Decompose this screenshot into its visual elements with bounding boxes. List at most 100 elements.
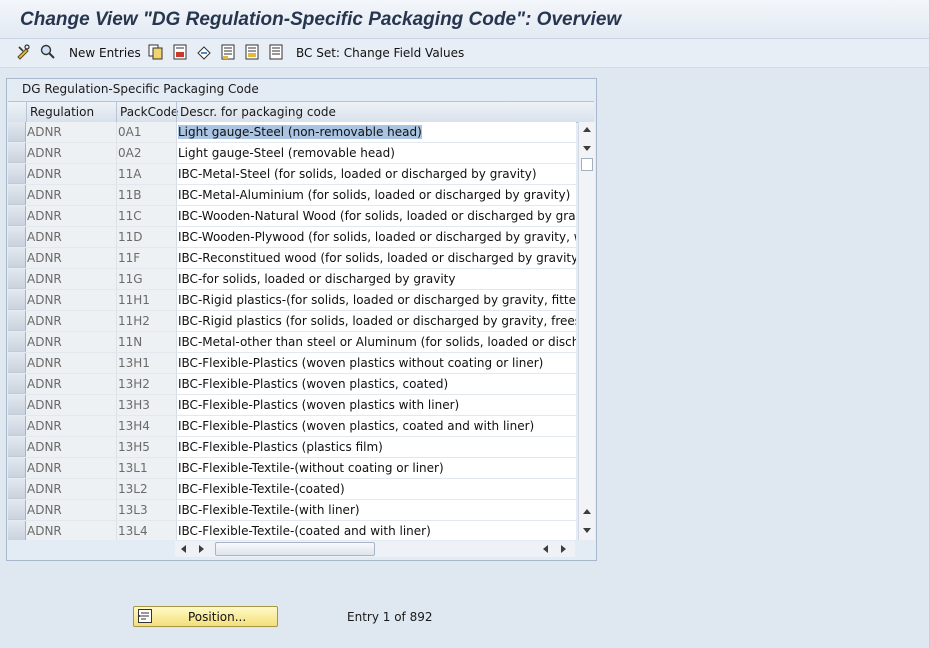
copy-icon[interactable] [148,44,164,60]
row-selector[interactable] [8,248,26,268]
table-row[interactable]: ADNR 13H4 IBC-Flexible-Plastics (woven pla… [8,416,578,437]
row-selector[interactable] [8,374,26,394]
bc-set-change-field-values-button[interactable]: BC Set: Change Field Values [296,44,464,62]
description-cell[interactable]: Light gauge-Steel (removable head) [176,143,576,164]
row-selector[interactable] [8,164,26,184]
row-selector[interactable] [8,206,26,226]
description-cell[interactable]: IBC-Flexible-Plastics (plastics film) [176,437,576,458]
row-selector[interactable] [8,290,26,310]
title-bar: Change View "DG Regulation-Specific Pack… [0,0,930,39]
row-selector[interactable] [8,500,26,520]
row-selector[interactable] [8,185,26,205]
vertical-scroll-thumb[interactable] [581,158,593,171]
deselect-all-icon[interactable] [268,44,284,60]
packcode-cell: 11H1 [116,290,176,311]
other-view-icon[interactable] [40,44,56,60]
table-row[interactable]: ADNR 13L1 IBC-Flexible-Textile-(without co… [8,458,578,479]
description-text: IBC-Flexible-Plastics (woven plastics wi… [178,356,544,370]
table-row[interactable]: ADNR 11A IBC-Metal-Steel (for solids, load… [8,164,578,185]
table-row[interactable]: ADNR 0A1 Light gauge-Steel (non-removable … [8,122,578,143]
description-cell[interactable]: IBC-Wooden-Plywood (for solids, loaded o… [176,227,576,248]
table-row[interactable]: ADNR 11D IBC-Wooden-Plywood (for solids, l… [8,227,578,248]
table-row[interactable]: ADNR 13L2 IBC-Flexible-Textile-(coated) [8,479,578,500]
horizontal-scrollbar[interactable] [175,541,575,557]
description-text: IBC-Flexible-Textile-(without coating or… [178,461,444,475]
description-cell[interactable]: IBC-Flexible-Plastics (woven plastics wi… [176,395,576,416]
column-header-packcode[interactable]: PackCode [116,102,178,122]
row-selector[interactable] [8,227,26,247]
description-cell[interactable]: IBC-Metal-other than steel or Aluminum (… [176,332,576,353]
select-all-icon[interactable] [220,44,236,60]
row-selector[interactable] [8,479,26,499]
table-row[interactable]: ADNR 11G IBC-for solids, loaded or dischar… [8,269,578,290]
table-row[interactable]: ADNR 13L4 IBC-Flexible-Textile-(coated and… [8,521,578,540]
display-change-icon[interactable] [16,44,32,60]
description-cell[interactable]: IBC-Flexible-Textile-(without coating or… [176,458,576,479]
horizontal-scroll-thumb[interactable] [215,542,375,556]
description-cell[interactable]: IBC-Rigid plastics-(for solids, loaded o… [176,290,576,311]
table-row[interactable]: ADNR 11H2 IBC-Rigid plastics (for solids, … [8,311,578,332]
scroll-page-up-icon[interactable] [583,509,591,514]
description-cell[interactable]: IBC-Flexible-Textile-(coated and with li… [176,521,576,540]
description-text: IBC-Wooden-Plywood (for solids, loaded o… [178,230,576,244]
description-cell[interactable]: IBC-Metal-Steel (for solids, loaded or d… [176,164,576,185]
scroll-left-end-icon[interactable] [543,545,548,553]
table-row[interactable]: ADNR 13H2 IBC-Flexible-Plastics (woven pla… [8,374,578,395]
description-cell[interactable]: IBC-Metal-Aluminium (for solids, loaded … [176,185,576,206]
description-cell[interactable]: Light gauge-Steel (non-removable head) [176,122,576,143]
row-selector[interactable] [8,353,26,373]
description-cell[interactable]: IBC-for solids, loaded or discharged by … [176,269,576,290]
row-selector[interactable] [8,416,26,436]
description-cell[interactable]: IBC-Flexible-Textile-(coated) [176,479,576,500]
description-cell[interactable]: IBC-Flexible-Textile-(with liner) [176,500,576,521]
bc-set-label: BC Set: Change Field Values [296,46,465,60]
row-selector[interactable] [8,521,26,540]
row-selector[interactable] [8,437,26,457]
table-row[interactable]: ADNR 13H3 IBC-Flexible-Plastics (woven pla… [8,395,578,416]
column-header-descr[interactable]: Descr. for packaging code [176,102,578,122]
new-entries-button[interactable]: New Entries [69,44,141,62]
column-header-regulation[interactable]: Regulation [26,102,116,122]
row-selector[interactable] [8,332,26,352]
position-button[interactable]: Position... [133,606,278,627]
description-text: IBC-Rigid plastics-(for solids, loaded o… [178,293,576,307]
description-text: IBC-Flexible-Textile-(coated and with li… [178,524,431,538]
row-selector[interactable] [8,458,26,478]
table-row[interactable]: ADNR 13H1 IBC-Flexible-Plastics (woven pla… [8,353,578,374]
table-row[interactable]: ADNR 11F IBC-Reconstitued wood (for solids… [8,248,578,269]
table-row[interactable]: ADNR 11B IBC-Metal-Aluminium (for solids, … [8,185,578,206]
scroll-up-icon[interactable] [583,127,591,132]
row-selector[interactable] [8,311,26,331]
scroll-right-icon[interactable] [199,545,204,553]
select-block-icon[interactable] [244,44,260,60]
delete-icon[interactable] [172,44,188,60]
description-cell[interactable]: IBC-Flexible-Plastics (woven plastics wi… [176,353,576,374]
description-cell[interactable]: IBC-Wooden-Natural Wood (for solids, loa… [176,206,576,227]
description-cell[interactable]: IBC-Rigid plastics (for solids, loaded o… [176,311,576,332]
select-all-rows-header[interactable] [8,102,26,122]
table-row[interactable]: ADNR 0A2 Light gauge-Steel (removable head… [8,143,578,164]
table-row[interactable]: ADNR 13H5 IBC-Flexible-Plastics (plastics … [8,437,578,458]
table-row[interactable]: ADNR 11N IBC-Metal-other than steel or Alu… [8,332,578,353]
regulation-cell: ADNR [26,521,116,540]
scroll-down-icon[interactable] [583,146,591,151]
regulation-cell: ADNR [26,500,116,521]
scroll-right-end-icon[interactable] [561,545,566,553]
description-cell[interactable]: IBC-Flexible-Plastics (woven plastics, c… [176,416,576,437]
description-text: IBC-for solids, loaded or discharged by … [178,272,456,286]
table-row[interactable]: ADNR 11C IBC-Wooden-Natural Wood (for soli… [8,206,578,227]
table-title: DG Regulation-Specific Packaging Code [22,82,259,96]
scroll-page-down-icon[interactable] [583,528,591,533]
description-text: IBC-Flexible-Plastics (plastics film) [178,440,383,454]
scroll-left-icon[interactable] [181,545,186,553]
table-row[interactable]: ADNR 13L3 IBC-Flexible-Textile-(with liner… [8,500,578,521]
row-selector[interactable] [8,143,26,163]
table-row[interactable]: ADNR 11H1 IBC-Rigid plastics-(for solids, … [8,290,578,311]
description-cell[interactable]: IBC-Flexible-Plastics (woven plastics, c… [176,374,576,395]
description-cell[interactable]: IBC-Reconstitued wood (for solids, loade… [176,248,576,269]
row-selector[interactable] [8,122,26,142]
undo-change-icon[interactable] [196,44,212,60]
row-selector[interactable] [8,395,26,415]
row-selector[interactable] [8,269,26,289]
vertical-scrollbar[interactable] [578,122,595,540]
